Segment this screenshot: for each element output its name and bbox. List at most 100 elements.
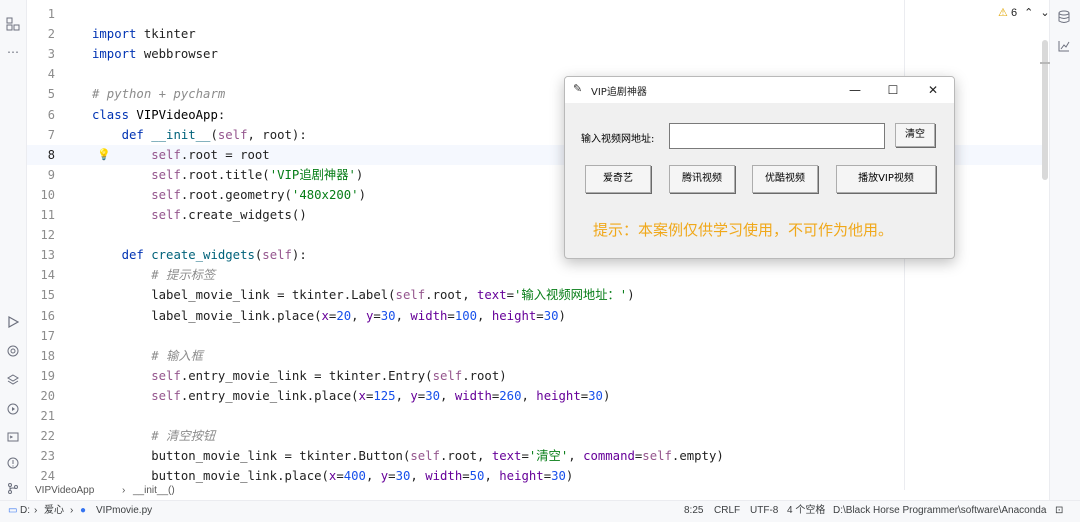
code-token: self [151,368,181,383]
line-number[interactable]: 5 [48,84,55,104]
code-line[interactable]: self.entry_movie_link.place(x=125, y=30,… [92,386,610,406]
maximize-icon[interactable]: ☐ [883,80,903,100]
chevron-right-icon: › [70,505,74,516]
project-structure-icon[interactable] [5,16,21,32]
layers-icon[interactable] [5,372,21,388]
line-number[interactable]: 6 [48,105,55,125]
code-line[interactable]: self.root.geometry('480x200') [92,185,366,205]
terminal-icon[interactable] [5,429,21,445]
minimize-icon[interactable]: — [845,80,865,100]
line-number[interactable]: 23 [41,446,55,466]
code-token: .entry_movie_link = tkinter.Entry( [180,368,433,383]
line-number[interactable]: 22 [41,426,55,446]
line-number[interactable]: 10 [41,185,55,205]
code-token: y [410,388,418,403]
code-token: webbrowser [136,47,218,62]
services-icon[interactable] [5,401,21,417]
line-number[interactable]: 9 [48,165,55,185]
line-number[interactable]: 1 [48,4,55,24]
lock-icon[interactable]: ⊡ [1055,501,1063,521]
code-token: command [583,449,635,464]
code-line[interactable]: def create_widgets(self): [92,245,307,265]
code-line[interactable]: # 提示标签 [92,265,215,285]
status-caret-position[interactable]: 8:25 [684,501,703,521]
more-icon[interactable]: ⋯ [5,44,21,60]
line-number[interactable]: 19 [41,366,55,386]
code-line[interactable]: # 输入框 [92,346,203,366]
status-drive[interactable]: D: [20,501,30,521]
chart-icon[interactable] [1058,40,1072,54]
code-token: self [262,248,292,263]
code-token: = [580,388,589,403]
breadcrumb-class[interactable]: VIPVideoApp [35,482,94,500]
code-line[interactable]: # python + pycharm [92,84,225,104]
problems-icon[interactable] [5,455,21,471]
line-number[interactable]: 11 [41,205,55,225]
python-console-icon[interactable] [5,343,21,359]
url-input[interactable] [669,123,885,149]
iqiyi-button[interactable]: 爱奇艺 [585,165,651,193]
status-file[interactable]: VIPmovie.py [96,501,152,521]
git-icon[interactable] [5,480,21,496]
line-number[interactable]: 17 [41,326,55,346]
code-line[interactable]: self.create_widgets() [92,205,306,225]
tk-title-bar[interactable]: ✎ VIP追剧神器 — ☐ ✕ [565,77,954,103]
code-token: , [568,449,584,464]
line-number[interactable]: 15 [41,285,55,305]
status-indent[interactable]: 4 个空格 [787,501,825,521]
line-number[interactable]: 7 [48,125,55,145]
tk-window-title: VIP追剧神器 [591,87,647,98]
code-token: text [491,449,522,464]
breadcrumb-method[interactable]: __init__() [133,482,175,500]
code-token: width [410,308,448,323]
line-number[interactable]: 18 [41,346,55,366]
code-line[interactable]: self.root = root [92,145,269,165]
code-token: = [521,449,529,464]
line-number[interactable]: 2 [48,24,55,44]
line-number[interactable]: 3 [48,44,55,64]
line-number[interactable]: 16 [41,306,55,326]
line-number[interactable]: 20 [41,386,55,406]
line-number[interactable]: 21 [41,406,55,426]
code-line[interactable]: button_movie_link = tkinter.Button(self.… [92,446,724,466]
code-token: 125 [373,388,396,403]
code-line[interactable]: # 清空按钮 [92,426,215,446]
database-icon[interactable] [1058,10,1072,24]
code-line[interactable]: import tkinter [92,24,196,44]
status-folder[interactable]: 爱心 [44,501,64,521]
line-number[interactable]: 4 [48,64,55,84]
code-token: # 输入框 [92,348,203,363]
tencent-video-button[interactable]: 腾讯视频 [669,165,735,193]
code-token: import [92,47,137,62]
clear-button[interactable]: 清空 [895,123,935,147]
warnings-indicator[interactable]: ⚠ 6 ⌃ ⌄ [998,6,1050,19]
chevron-down-icon[interactable]: ⌄ [1040,7,1049,19]
code-line[interactable]: label_movie_link = tkinter.Label(self.ro… [92,285,634,305]
status-encoding[interactable]: UTF-8 [750,501,778,521]
code-token: = [536,308,544,323]
close-icon[interactable]: ✕ [923,80,943,100]
code-token: self [432,368,463,383]
code-line[interactable]: import webbrowser [92,44,218,64]
chevron-up-icon[interactable]: ⌃ [1024,7,1033,19]
run-icon[interactable] [5,314,21,330]
line-number[interactable]: 12 [41,225,55,245]
line-number[interactable]: 13 [41,245,55,265]
youku-video-button[interactable]: 优酷视频 [752,165,818,193]
status-line-ending[interactable]: CRLF [714,501,740,521]
warning-icon: ⚠ [998,7,1008,19]
code-line[interactable]: label_movie_link.place(x=20, y=30, width… [92,306,566,326]
code-line[interactable]: self.root.title('VIP追剧神器') [92,165,363,185]
line-number[interactable]: 8 [48,145,55,165]
play-vip-video-button[interactable]: 播放VIP视频 [836,165,936,193]
status-interpreter[interactable]: D:\Black Horse Programmer\software\Anaco… [833,501,1046,521]
line-number[interactable]: 14 [41,265,55,285]
code-line[interactable]: self.entry_movie_link = tkinter.Entry(se… [92,366,506,386]
vertical-scrollbar[interactable] [1042,40,1048,180]
right-tool-strip [1049,0,1080,500]
code-line[interactable]: class VIPVideoApp: [92,105,225,125]
code-line[interactable]: def __init__(self, root): [92,125,307,145]
breadcrumb-separator: › [122,485,126,496]
